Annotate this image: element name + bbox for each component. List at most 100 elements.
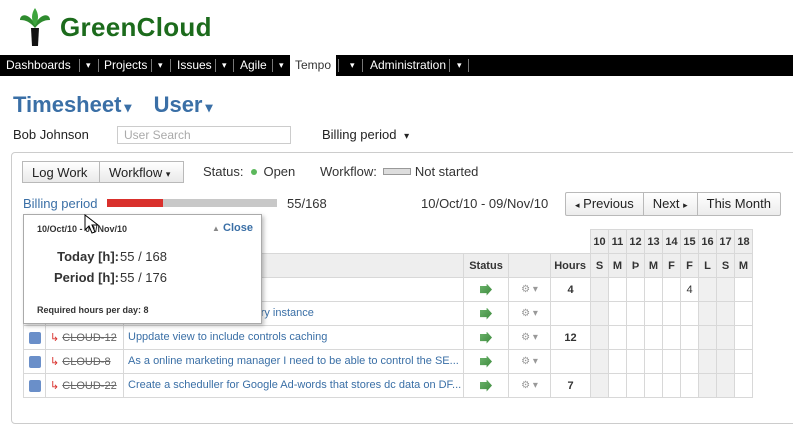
log-work-button[interactable]: Log Work bbox=[22, 161, 100, 183]
day-hours-cell[interactable] bbox=[590, 349, 609, 374]
issue-key-cell[interactable]: ↳ CLOUD-12 bbox=[45, 325, 124, 350]
previous-button[interactable]: ◂ Previous bbox=[566, 193, 643, 215]
nav-tempo-dropdown-icon[interactable]: ▾ bbox=[348, 55, 357, 76]
day-hours-cell[interactable] bbox=[698, 277, 717, 302]
day-hours-cell[interactable] bbox=[644, 277, 663, 302]
gear-icon[interactable]: ⚙ bbox=[521, 380, 530, 391]
nav-administration-dropdown-icon[interactable]: ▾ bbox=[455, 55, 464, 76]
day-hours-cell[interactable] bbox=[608, 349, 627, 374]
issue-summary-link[interactable]: Create a scheduller for Google Ad-words … bbox=[128, 379, 461, 391]
issue-summary-cell: Uppdate view to include controls caching bbox=[123, 325, 464, 350]
day-hours-cell[interactable] bbox=[626, 325, 645, 350]
billing-period-popup: 10/Oct/10 - 09/Nov/10 ▲ Close Today [h]:… bbox=[23, 214, 262, 324]
day-hours-cell[interactable] bbox=[662, 301, 681, 326]
day-hours-cell[interactable] bbox=[716, 349, 735, 374]
actions-cell[interactable]: ⚙ ▾ bbox=[508, 325, 551, 350]
issue-summary-link[interactable]: As a online marketing manager I need to … bbox=[128, 355, 459, 367]
user-search-input[interactable] bbox=[117, 126, 291, 144]
day-hours-cell[interactable] bbox=[590, 325, 609, 350]
day-hours-cell[interactable] bbox=[644, 349, 663, 374]
this-month-button[interactable]: This Month bbox=[696, 193, 780, 215]
day-hours-cell[interactable] bbox=[716, 373, 735, 398]
nav-projects-dropdown-icon[interactable]: ▾ bbox=[156, 55, 165, 76]
day-hours-cell[interactable] bbox=[608, 277, 627, 302]
day-hours-cell[interactable] bbox=[698, 373, 717, 398]
day-hours-cell[interactable] bbox=[590, 373, 609, 398]
day-hours-cell[interactable]: 4 bbox=[680, 277, 699, 302]
day-hours-cell[interactable] bbox=[608, 373, 627, 398]
nav-administration[interactable]: Administration bbox=[368, 55, 448, 76]
day-hours-cell[interactable] bbox=[662, 349, 681, 374]
nav-dashboards-dropdown-icon[interactable]: ▾ bbox=[84, 55, 93, 76]
day-hours-cell[interactable] bbox=[662, 325, 681, 350]
nav-separator bbox=[449, 59, 450, 72]
day-hours-cell[interactable] bbox=[608, 301, 627, 326]
timesheet-dropdown-icon[interactable]: ▾ bbox=[124, 99, 131, 115]
gear-icon[interactable]: ⚙ bbox=[521, 308, 530, 319]
nav-separator bbox=[98, 59, 99, 72]
day-hours-cell[interactable] bbox=[698, 349, 717, 374]
day-hours-cell[interactable] bbox=[734, 325, 753, 350]
day-hours-cell[interactable] bbox=[680, 325, 699, 350]
day-hours-cell[interactable] bbox=[626, 373, 645, 398]
billing-period-select[interactable]: Billing period ▾ bbox=[322, 127, 409, 142]
issue-key[interactable]: CLOUD-22 bbox=[62, 380, 116, 392]
day-hours-cell[interactable] bbox=[644, 301, 663, 326]
nav-agile-dropdown-icon[interactable]: ▾ bbox=[277, 55, 286, 76]
gear-icon[interactable]: ⚙ bbox=[521, 284, 530, 295]
nav-projects[interactable]: Projects bbox=[102, 55, 149, 76]
day-letter: M bbox=[734, 253, 753, 278]
day-hours-cell[interactable] bbox=[680, 301, 699, 326]
day-hours-cell[interactable] bbox=[734, 301, 753, 326]
day-hours-cell[interactable] bbox=[716, 277, 735, 302]
nav-issues[interactable]: Issues bbox=[175, 55, 214, 76]
log-work-label: Log Work bbox=[32, 165, 88, 180]
status-label: Status: bbox=[203, 164, 244, 179]
issue-type-icon bbox=[28, 379, 41, 392]
day-hours-cell[interactable] bbox=[590, 277, 609, 302]
nav-issues-dropdown-icon[interactable]: ▾ bbox=[220, 55, 229, 76]
workflow-button[interactable]: Workflow ▾ bbox=[99, 161, 184, 183]
nav-agile[interactable]: Agile bbox=[238, 55, 269, 76]
day-hours-cell[interactable] bbox=[662, 277, 681, 302]
issue-key[interactable]: CLOUD-12 bbox=[62, 332, 116, 344]
nav-tempo[interactable]: Tempo bbox=[290, 55, 337, 76]
day-hours-cell[interactable] bbox=[626, 301, 645, 326]
day-hours-cell[interactable] bbox=[680, 373, 699, 398]
day-hours-cell[interactable] bbox=[644, 325, 663, 350]
gear-icon[interactable]: ⚙ bbox=[521, 356, 530, 367]
issue-key[interactable]: CLOUD-8 bbox=[62, 356, 110, 368]
day-hours-cell[interactable] bbox=[734, 349, 753, 374]
day-hours-cell[interactable] bbox=[734, 373, 753, 398]
user-dropdown-icon[interactable]: ▾ bbox=[206, 99, 213, 115]
day-hours-cell[interactable] bbox=[608, 325, 627, 350]
day-hours-cell[interactable] bbox=[734, 277, 753, 302]
day-hours-cell[interactable] bbox=[662, 373, 681, 398]
day-number: 15 bbox=[680, 229, 699, 254]
issue-key-cell[interactable]: ↳ CLOUD-8 bbox=[45, 349, 124, 374]
actions-cell[interactable]: ⚙ ▾ bbox=[508, 349, 551, 374]
billing-period-link[interactable]: Billing period bbox=[23, 196, 97, 211]
gear-icon[interactable]: ⚙ bbox=[521, 332, 530, 343]
actions-cell[interactable]: ⚙ ▾ bbox=[508, 373, 551, 398]
popup-close-button[interactable]: ▲ Close bbox=[212, 222, 253, 234]
day-hours-cell[interactable] bbox=[716, 301, 735, 326]
actions-cell[interactable]: ⚙ ▾ bbox=[508, 301, 551, 326]
day-hours-cell[interactable] bbox=[698, 301, 717, 326]
user-title[interactable]: User bbox=[154, 92, 203, 117]
timesheet-title[interactable]: Timesheet bbox=[13, 92, 121, 117]
nav-dashboards[interactable]: Dashboards bbox=[4, 55, 73, 76]
popup-close-label: Close bbox=[223, 222, 253, 234]
day-hours-cell[interactable] bbox=[698, 325, 717, 350]
next-button[interactable]: Next ▸ bbox=[642, 193, 697, 215]
day-hours-cell[interactable] bbox=[644, 373, 663, 398]
day-hours-cell[interactable] bbox=[626, 277, 645, 302]
day-hours-cell[interactable] bbox=[590, 301, 609, 326]
actions-cell[interactable]: ⚙ ▾ bbox=[508, 277, 551, 302]
issue-key-cell[interactable]: ↳ CLOUD-22 bbox=[45, 373, 124, 398]
day-hours-cell[interactable] bbox=[626, 349, 645, 374]
day-hours-cell[interactable] bbox=[680, 349, 699, 374]
day-hours-cell[interactable] bbox=[716, 325, 735, 350]
app-logo[interactable]: GreenCloud bbox=[8, 4, 238, 48]
issue-summary-link[interactable]: Uppdate view to include controls caching bbox=[128, 331, 327, 343]
